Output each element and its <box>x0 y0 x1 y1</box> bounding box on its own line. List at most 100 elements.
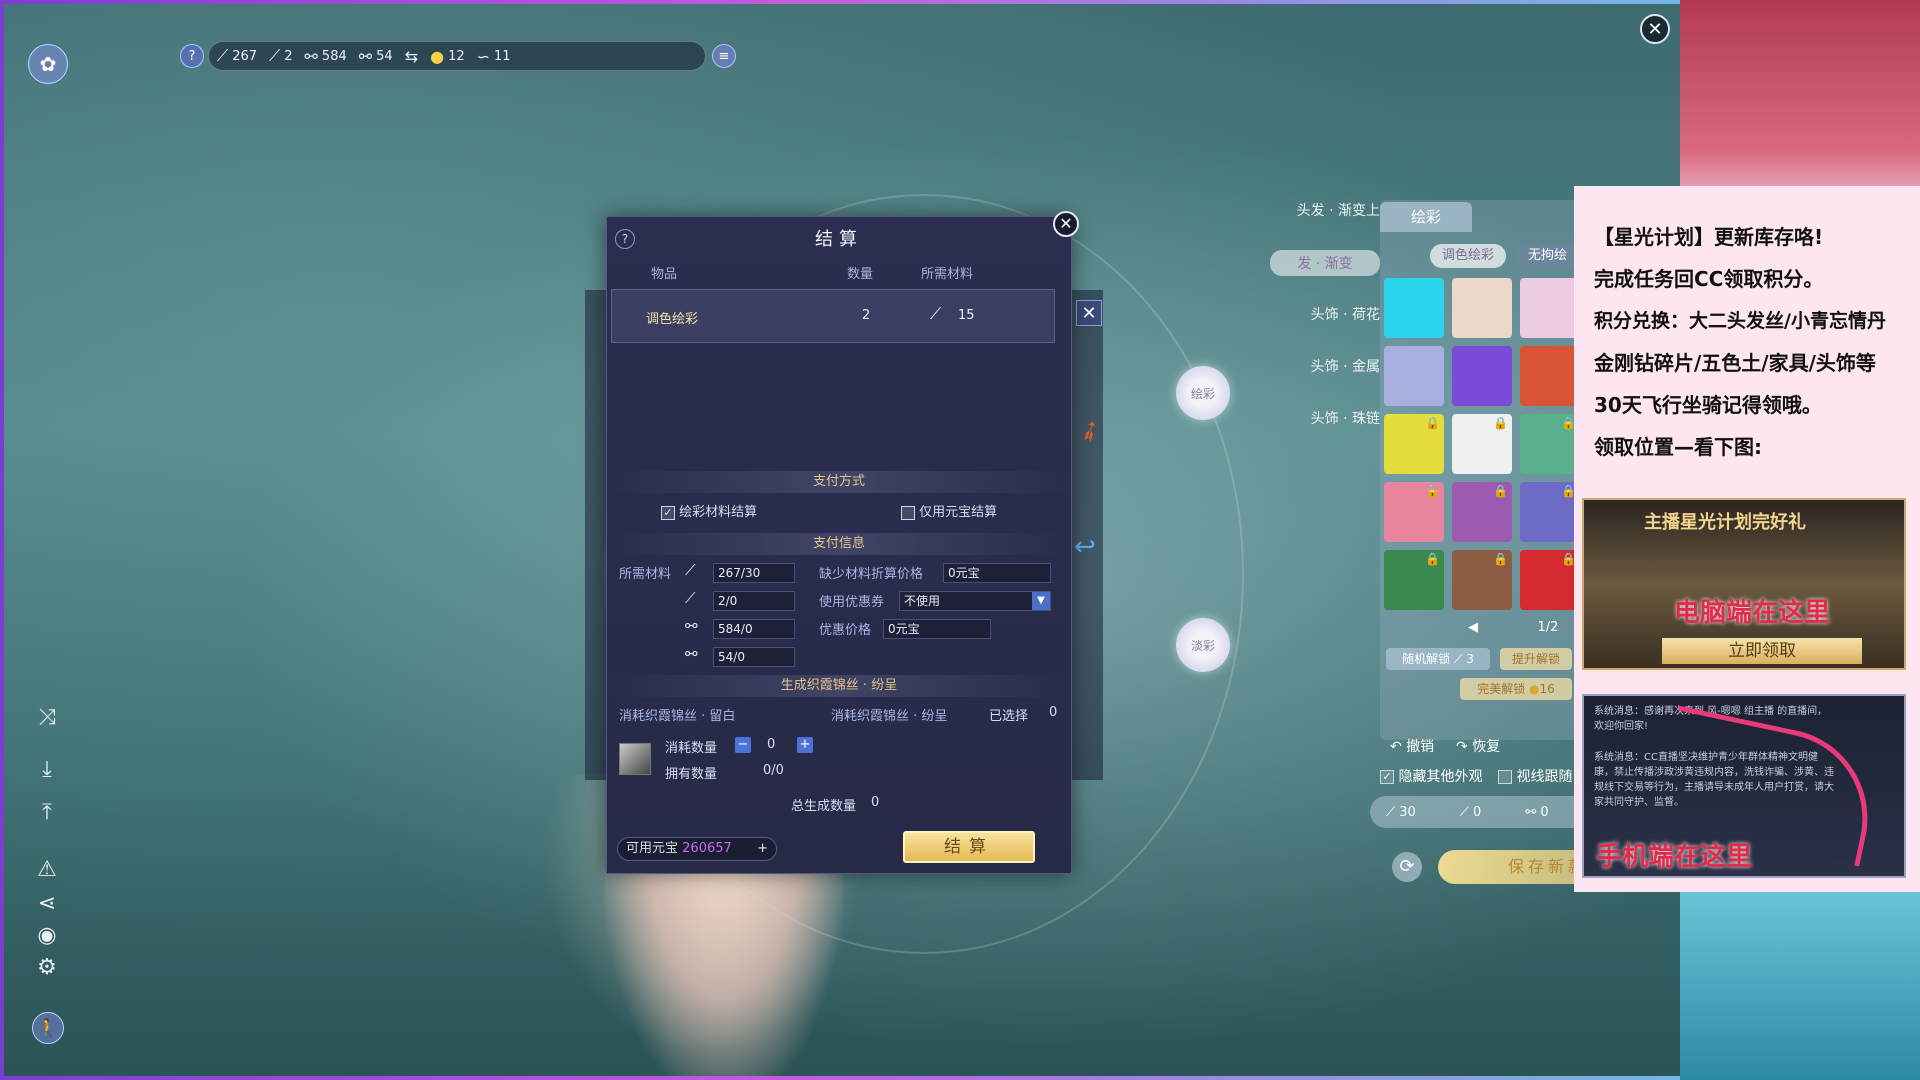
redo-button[interactable]: ↷ 恢复 <box>1456 736 1500 756</box>
pay-material-checkbox[interactable]: ✓ <box>661 505 675 520</box>
background-close-icon[interactable]: ✕ <box>1076 300 1102 326</box>
download-icon[interactable]: ⤓ <box>32 757 62 787</box>
comb-icon: ⚯ <box>685 645 698 663</box>
hide-others-checkbox[interactable]: ✓ <box>1380 770 1394 784</box>
undo-button[interactable]: ↶ 撤销 <box>1390 736 1434 756</box>
row-qty: 2 <box>862 308 871 323</box>
upgrade-unlock-button[interactable]: 提升解锁 <box>1500 648 1572 670</box>
chevron-left-icon[interactable]: ◀ <box>1468 620 1478 635</box>
resource-value: 54 <box>376 48 393 64</box>
ad-line: 领取位置—看下图: <box>1594 435 1762 459</box>
eye-icon[interactable]: ◉ <box>32 923 62 953</box>
settle-button[interactable]: 结算 <box>903 831 1035 863</box>
dialog-close-icon[interactable]: ✕ <box>1053 211 1079 237</box>
upload-icon[interactable]: ⤒ <box>32 800 62 830</box>
comb-icon: ⚯ <box>358 46 373 66</box>
lock-icon: 🔒 <box>1425 552 1440 566</box>
category-hair-gradient-top[interactable]: 头发 · 渐变上 <box>1240 200 1380 220</box>
petal-fade-node[interactable]: 淡彩 <box>1176 618 1230 672</box>
follow-view-checkbox[interactable] <box>1498 770 1512 784</box>
petal-label: 绘彩 <box>1190 386 1215 401</box>
coupon-select[interactable]: 不使用 ▼ <box>899 591 1051 611</box>
help-icon[interactable]: ? <box>180 44 204 68</box>
help-text: ? <box>188 48 196 64</box>
swatch-beige[interactable] <box>1452 278 1512 338</box>
menu-flower-icon[interactable]: ✿ <box>28 44 68 84</box>
lock-icon: 🔒 <box>1425 416 1440 430</box>
seg-free-paint[interactable]: 无拘绘 <box>1516 244 1580 268</box>
swap-icon[interactable]: ⇆ <box>405 47 418 66</box>
swatch-purple[interactable] <box>1452 346 1512 406</box>
yuanbao-icon: ● <box>430 46 445 66</box>
shuffle-icon[interactable]: ⤨ <box>32 705 62 735</box>
swatch-teal[interactable]: 🔒 <box>1520 414 1580 474</box>
swatch-red[interactable]: 🔒 <box>1520 550 1580 610</box>
decrement-button[interactable]: − <box>735 737 751 753</box>
swatch-violet[interactable]: 🔒 <box>1452 482 1512 542</box>
chevron-down-icon[interactable]: ▼ <box>1032 592 1050 610</box>
follow-view-label: 视线跟随 <box>1516 769 1573 785</box>
discount-field: 0元宝 <box>883 619 991 639</box>
resource-value: 584 <box>321 48 347 64</box>
share-icon[interactable]: ⋖ <box>32 891 62 921</box>
petal-paint-node[interactable]: 绘彩 <box>1176 366 1230 420</box>
hide-others-toggle[interactable]: ✓ 隐藏其他外观 <box>1380 766 1482 786</box>
random-unlock-button[interactable]: 随机解锁 ⟋ 3 <box>1386 648 1490 670</box>
resource-yuanbao: ● 12 <box>430 47 465 66</box>
pay-yuanbao-option[interactable]: 仅用元宝结算 <box>901 501 997 520</box>
owned-label: 拥有数量 <box>665 767 718 782</box>
swap-arrows-icon[interactable]: ⇆ <box>405 47 418 66</box>
palette-tab-paint[interactable]: 绘彩 <box>1380 202 1472 232</box>
resource-comb-a: ⚯ 584 <box>305 47 347 66</box>
swatch-rose[interactable]: 🔒 <box>1384 482 1444 542</box>
refresh-icon[interactable]: ⟳ <box>1392 852 1422 882</box>
return-arrow-icon[interactable]: ↩ <box>1074 532 1096 562</box>
category-headwear-metal[interactable]: 头饰 · 金属 <box>1240 356 1380 376</box>
pay-yuanbao-checkbox[interactable] <box>901 505 915 520</box>
ad-image-mobile: 系统消息：感谢再次来到 风-嗯嗯 组主播 的直播间，欢迎你回家! 系统消息：CC… <box>1582 694 1906 878</box>
category-hair-gradient[interactable]: 发 · 渐变 <box>1270 250 1380 276</box>
pay-material-option[interactable]: ✓ 绘彩材料结算 <box>661 501 757 520</box>
brush-icon: ⟋ <box>1453 652 1463 666</box>
warning-icon[interactable]: ⚠ <box>32 857 62 887</box>
material-field-1: 267/30 <box>713 563 795 583</box>
mat-cost-a: ⟋ 30 <box>1386 805 1416 820</box>
list-icon[interactable]: ≡ <box>712 44 736 68</box>
category-headwear-beads[interactable]: 头饰 · 珠链 <box>1240 408 1380 428</box>
available-yuanbao: 可用元宝 260657 + <box>617 837 777 861</box>
gear-icon[interactable]: ⚙ <box>32 955 62 985</box>
brush-icon: ⟋ <box>685 589 696 607</box>
seg-color-paint[interactable]: 调色绘彩 <box>1430 244 1507 268</box>
comb-icon: ⚯ <box>304 46 318 66</box>
swatch-green[interactable]: 🔒 <box>1384 550 1444 610</box>
swatch-cyan[interactable] <box>1384 278 1444 338</box>
material-field-4: 54/0 <box>713 647 795 667</box>
resource-value: 12 <box>448 48 465 64</box>
swatch-blue-violet[interactable]: 🔒 <box>1520 482 1580 542</box>
undo-label: 撤销 <box>1406 739 1435 755</box>
silk-item-thumbnail[interactable] <box>619 743 651 775</box>
table-row[interactable]: 调色绘彩 2 ⟋ 15 <box>611 289 1055 343</box>
coupon-label: 使用优惠券 <box>819 595 885 610</box>
swatch-lavender[interactable] <box>1384 346 1444 406</box>
close-icon[interactable]: ✕ <box>1640 14 1670 44</box>
swatch-yellow[interactable]: 🔒 <box>1384 414 1444 474</box>
follow-view-toggle[interactable]: 视线跟随 <box>1498 766 1572 786</box>
mat-cost-value: 0 <box>1540 804 1549 820</box>
increment-button[interactable]: + <box>797 737 813 753</box>
swatch-brown[interactable]: 🔒 <box>1452 550 1512 610</box>
swatch-orange-red[interactable] <box>1520 346 1580 406</box>
settlement-dialog: ? 结算 ✕ 物品 数量 所需材料 调色绘彩 2 ⟋ 15 支付方式 ✓ 绘彩材… <box>606 211 1079 874</box>
header-materials: 所需材料 <box>921 267 974 282</box>
consume-qty-value: 0 <box>767 737 776 752</box>
add-yuanbao-icon[interactable]: + <box>757 838 768 860</box>
redo-label: 恢复 <box>1472 739 1501 755</box>
pay-material-label: 绘彩材料结算 <box>679 505 758 520</box>
swatch-pink-light[interactable] <box>1520 278 1580 338</box>
swatch-white[interactable]: 🔒 <box>1452 414 1512 474</box>
consume-white-label: 消耗织霞锦丝 · 留白 <box>619 709 736 724</box>
category-headwear-lotus[interactable]: 头饰 · 荷花 <box>1240 304 1380 324</box>
brush-icon: ⟋ <box>1459 804 1469 820</box>
perfect-unlock-button[interactable]: 完美解锁 ●16 <box>1460 678 1572 700</box>
walk-icon[interactable]: 🚶 <box>32 1012 64 1044</box>
